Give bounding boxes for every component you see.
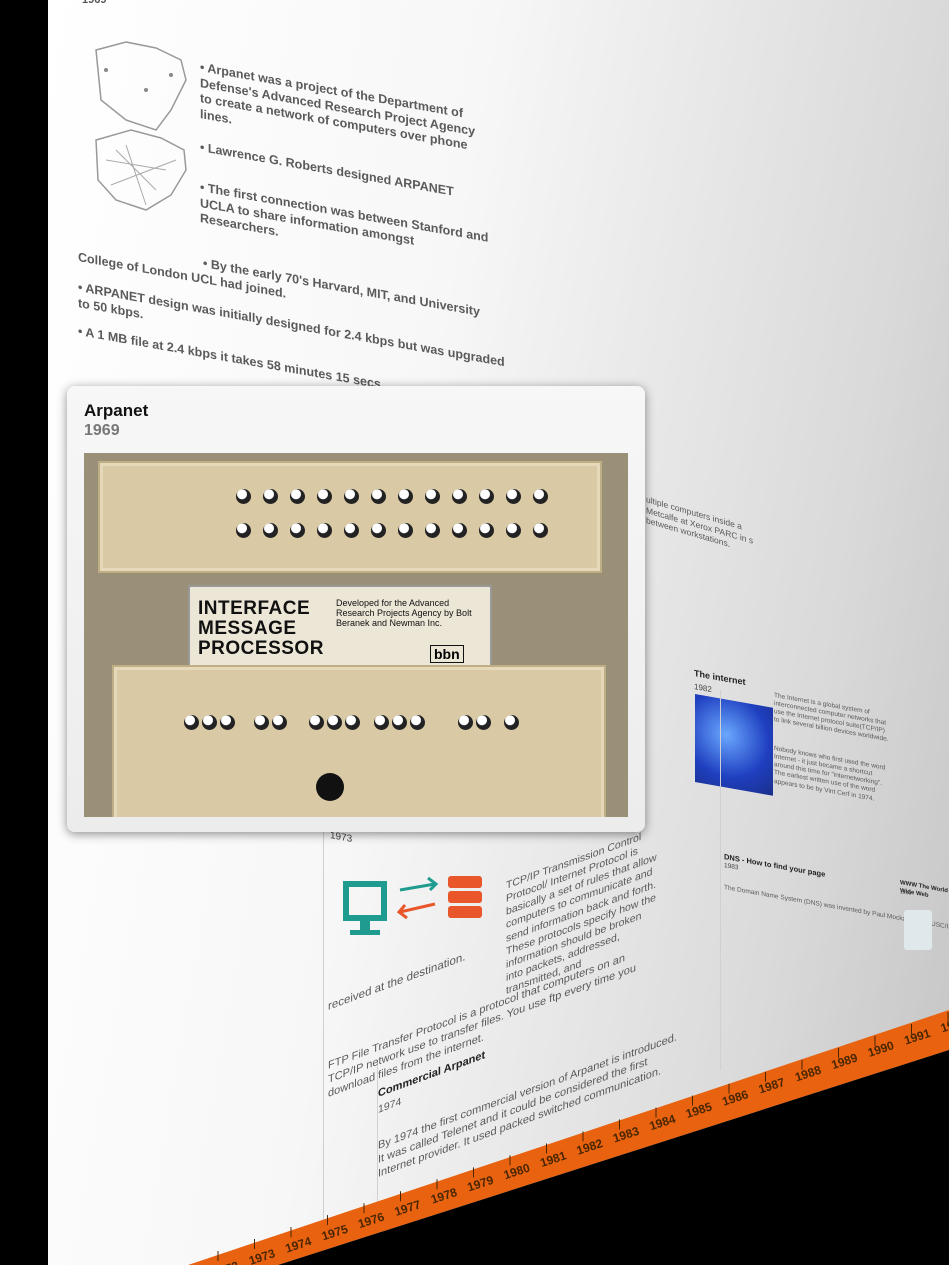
imp-photo: INTERFACE MESSAGE PROCESSOR Developed fo… <box>84 453 628 817</box>
imp-nameplate: INTERFACE MESSAGE PROCESSOR Developed fo… <box>188 585 492 675</box>
toggle-knob <box>344 523 359 538</box>
toggle-knob <box>290 523 305 538</box>
toggle-knob <box>398 523 413 538</box>
toggle-knob <box>236 489 251 504</box>
toggle-knob <box>506 523 521 538</box>
toggle-knob <box>452 523 467 538</box>
imp-top-panel <box>98 461 602 573</box>
toggle-knob <box>410 715 425 730</box>
toggle-knob <box>184 715 199 730</box>
bbn-logo: bbn <box>430 645 464 663</box>
toggle-knob <box>479 523 494 538</box>
toggle-knob <box>371 523 386 538</box>
toggle-knob <box>374 715 389 730</box>
dial-knob <box>316 773 344 801</box>
toggle-knob <box>371 489 386 504</box>
toggle-knob <box>533 523 548 538</box>
toggle-knob <box>504 715 519 730</box>
toggle-knob <box>309 715 324 730</box>
toggle-knob <box>425 489 440 504</box>
toggle-knob <box>327 715 342 730</box>
toggle-knob <box>317 523 332 538</box>
toggle-knob <box>345 715 360 730</box>
arpanet-card[interactable]: Arpanet 1969 INTERFACE MESSAGE PROCESSOR… <box>67 386 645 832</box>
plate-title: INTERFACE MESSAGE PROCESSOR <box>198 598 324 659</box>
toggle-knob <box>290 489 305 504</box>
card-title: Arpanet <box>84 401 149 420</box>
toggle-knob <box>458 715 473 730</box>
imp-bottom-panel <box>112 665 606 817</box>
toggle-knob <box>263 523 278 538</box>
toggle-knob <box>344 489 359 504</box>
toggle-knob <box>272 715 287 730</box>
toggle-knob <box>236 523 251 538</box>
toggle-knob <box>452 489 467 504</box>
plate-subtitle: Developed for the Advanced Research Proj… <box>336 598 472 628</box>
toggle-knob <box>220 715 235 730</box>
card-year: 1969 <box>84 422 120 439</box>
toggle-knob <box>202 715 217 730</box>
toggle-knob <box>317 489 332 504</box>
toggle-knob <box>479 489 494 504</box>
toggle-knob <box>398 489 413 504</box>
toggle-knob <box>425 523 440 538</box>
toggle-knob <box>254 715 269 730</box>
toggle-knob <box>506 489 521 504</box>
timeline-viewport[interactable]: 1969 • Arpanet was a project of the Depa… <box>48 0 949 1265</box>
toggle-knob <box>263 489 278 504</box>
toggle-knob <box>392 715 407 730</box>
left-black-border <box>0 0 48 1265</box>
toggle-knob <box>476 715 491 730</box>
toggle-knob <box>533 489 548 504</box>
